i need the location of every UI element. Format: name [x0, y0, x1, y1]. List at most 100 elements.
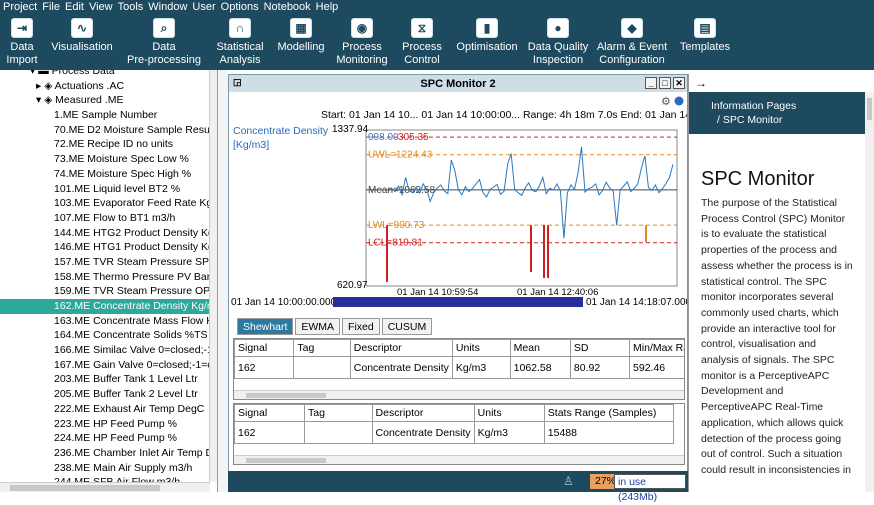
column-header[interactable]: Mean	[509, 339, 571, 357]
stats-range-table-box: Signal Tag Descriptor Units Stats Range (Sam…	[233, 403, 685, 465]
toolbar-label: Process Control	[402, 41, 442, 66]
modelling-button[interactable]: ▦ Modelling	[272, 14, 330, 70]
data-quality-button[interactable]: ● Data Quality Inspection	[524, 14, 592, 70]
status-bar: ♙ 27% in use (243Mb)	[228, 471, 688, 503]
table-row[interactable]: 162 Concentrate Density Kg/m3 1062.58 80.92 5…	[234, 356, 684, 379]
tree-item[interactable]: 236.ME Chamber Inlet Air Temp Deg	[0, 446, 210, 461]
menu-options[interactable]: Options	[221, 0, 259, 14]
process-monitoring-button[interactable]: ◉ Process Monitoring	[330, 14, 394, 70]
column-header[interactable]: Stats Range (Samples)	[543, 404, 675, 422]
info-pages-link[interactable]: Information Pages	[711, 99, 865, 113]
menu-window[interactable]: Window	[148, 0, 187, 14]
tree-item[interactable]: 1.ME Sample Number	[0, 108, 210, 123]
tree-item[interactable]: 146.ME HTG1 Product Density Kg/m	[0, 240, 210, 255]
tree-item[interactable]: 163.ME Concentrate Mass Flow Kg/	[0, 314, 210, 329]
preprocessing-button[interactable]: ⌕ Data Pre-processing	[120, 14, 208, 70]
menu-project[interactable]: Project	[3, 0, 37, 14]
tree-item[interactable]: 74.ME Moisture Spec High %	[0, 167, 210, 182]
tree-item[interactable]: 107.ME Flow to BT1 m3/h	[0, 211, 210, 226]
menu-help[interactable]: Help	[316, 0, 339, 14]
tab-shewhart[interactable]: Shewhart	[237, 318, 294, 335]
limit-label: LCL=819.81	[368, 238, 423, 249]
stats-range-table: Signal Tag Descriptor Units Stats Range (Sam…	[234, 404, 675, 444]
column-header[interactable]: Units	[473, 404, 545, 422]
column-header[interactable]: Units	[451, 339, 511, 357]
tree-item[interactable]: 166.ME Similac Valve 0=closed;-1=o	[0, 343, 210, 358]
tree-horizontal-scrollbar[interactable]	[0, 482, 210, 492]
tree-item[interactable]: 73.ME Moisture Spec Low %	[0, 152, 210, 167]
minimize-button[interactable]: _	[645, 77, 657, 89]
data-import-button[interactable]: ⇥ Data Import	[0, 14, 44, 70]
limit-label: 305.35	[398, 132, 429, 143]
tree-item[interactable]: ▸ ◈ Actuations .AC	[0, 79, 210, 94]
menu-notebook[interactable]: Notebook	[264, 0, 311, 14]
tree-item[interactable]: 222.ME Exhaust Air Temp DegC	[0, 402, 210, 417]
range-table-hscroll[interactable]	[234, 455, 684, 464]
tree-vertical-scrollbar[interactable]	[209, 70, 217, 482]
tab-cusum[interactable]: CUSUM	[381, 318, 433, 335]
close-button[interactable]: ✕	[673, 77, 685, 89]
tree-item[interactable]: 72.ME Recipe ID no units	[0, 137, 210, 152]
tree-item[interactable]: 157.ME TVR Steam Pressure SP B	[0, 255, 210, 270]
tree-item[interactable]: 70.ME D2 Moisture Sample Result %	[0, 123, 210, 138]
tree-item[interactable]: 224.ME HP Feed Pump %	[0, 431, 210, 446]
window-title: SPC Monitor 2	[420, 77, 496, 90]
info-body-text: The purpose of the Statistical Process C…	[701, 197, 853, 476]
column-header[interactable]: SD	[569, 339, 631, 357]
toolbar-label: Optimisation	[456, 41, 518, 53]
table-cell: Kg/m3	[451, 356, 511, 379]
info-breadcrumb: Information Pages / SPC Monitor	[689, 92, 865, 134]
menu-tools[interactable]: Tools	[118, 0, 144, 14]
column-header[interactable]: Signal	[234, 339, 295, 357]
arrow-right-icon[interactable]: →	[695, 76, 707, 90]
tree-item[interactable]: 223.ME HP Feed Pump %	[0, 417, 210, 432]
process-control-button[interactable]: ⧖ Process Control	[394, 14, 450, 70]
table-row[interactable]: 162 Concentrate Density Kg/m3 15488	[234, 421, 675, 444]
toolbar-label: Data Pre-processing	[127, 41, 201, 66]
toolbar-label: Visualisation	[51, 41, 113, 53]
tree-item[interactable]: 238.ME Main Air Supply m3/h	[0, 461, 210, 476]
visualisation-button[interactable]: ∿ Visualisation	[44, 14, 120, 70]
tree-item[interactable]: ▾ ◈ Measured .ME	[0, 93, 210, 108]
templates-icon: ▤	[694, 18, 716, 38]
tree-item[interactable]: 164.ME Concentrate Solids %TS	[0, 328, 210, 343]
tree-item[interactable]: 162.ME Concentrate Density Kg/m3	[0, 299, 210, 314]
column-header[interactable]: Tag	[293, 339, 351, 357]
tree-item[interactable]: ▾ ▬ Process Data	[0, 70, 210, 79]
tree-item[interactable]: 101.ME Liquid level BT2 %	[0, 182, 210, 197]
column-header[interactable]: Min/Max Ra	[629, 339, 684, 357]
info-current-page: / SPC Monitor	[717, 114, 783, 126]
maximize-button[interactable]: □	[659, 77, 671, 89]
stats-table-hscroll[interactable]	[234, 390, 684, 399]
y-axis-unit: [Kg/m3]	[233, 139, 269, 151]
column-header[interactable]: Descriptor	[371, 404, 475, 422]
tab-ewma[interactable]: EWMA	[295, 318, 341, 335]
panel-splitter[interactable]	[218, 70, 228, 492]
signal-stats-table-box: Signal Tag Descriptor Units Mean SD Min/Max Ra…	[233, 338, 685, 400]
tree-item[interactable]: 103.ME Evaporator Feed Rate Kg/h	[0, 196, 210, 211]
column-header[interactable]: Signal	[234, 404, 306, 422]
menu-view[interactable]: View	[89, 0, 113, 14]
tree-item[interactable]: 159.ME TVR Steam Pressure OP %	[0, 284, 210, 299]
tree-item[interactable]: 167.ME Gain Valve 0=closed;-1=ope	[0, 358, 210, 373]
tree-item[interactable]: 244.ME SFB Air Flow m3/h	[0, 475, 210, 482]
alarm-event-button[interactable]: ◆ Alarm & Event Configuration	[592, 14, 672, 70]
optimisation-button[interactable]: ▮ Optimisation	[450, 14, 524, 70]
tree-item[interactable]: 158.ME Thermo Pressure PV Bara	[0, 270, 210, 285]
visualisation-icon: ∿	[71, 18, 93, 38]
limit-label: 998.00	[368, 132, 399, 143]
column-header[interactable]: Tag	[304, 404, 373, 422]
menu-file[interactable]: File	[42, 0, 60, 14]
info-scrollbar[interactable]	[865, 92, 874, 492]
tree-item[interactable]: 203.ME Buffer Tank 1 Level Ltr	[0, 372, 210, 387]
shewhart-chart[interactable]: Start: 01 Jan 14 10... 01 Jan 14 10:00:0…	[229, 92, 717, 312]
statistical-analysis-button[interactable]: ∩ Statistical Analysis	[208, 14, 272, 70]
menu-user[interactable]: User	[192, 0, 215, 14]
tab-fixed[interactable]: Fixed	[342, 318, 380, 335]
preprocessing-icon: ⌕	[153, 18, 175, 38]
tree-item[interactable]: 205.ME Buffer Tank 2 Level Ltr	[0, 387, 210, 402]
tree-item[interactable]: 144.ME HTG2 Product Density Kg/m	[0, 226, 210, 241]
column-header[interactable]: Descriptor	[349, 339, 453, 357]
templates-button[interactable]: ▤ Templates	[672, 14, 738, 70]
menu-edit[interactable]: Edit	[65, 0, 84, 14]
